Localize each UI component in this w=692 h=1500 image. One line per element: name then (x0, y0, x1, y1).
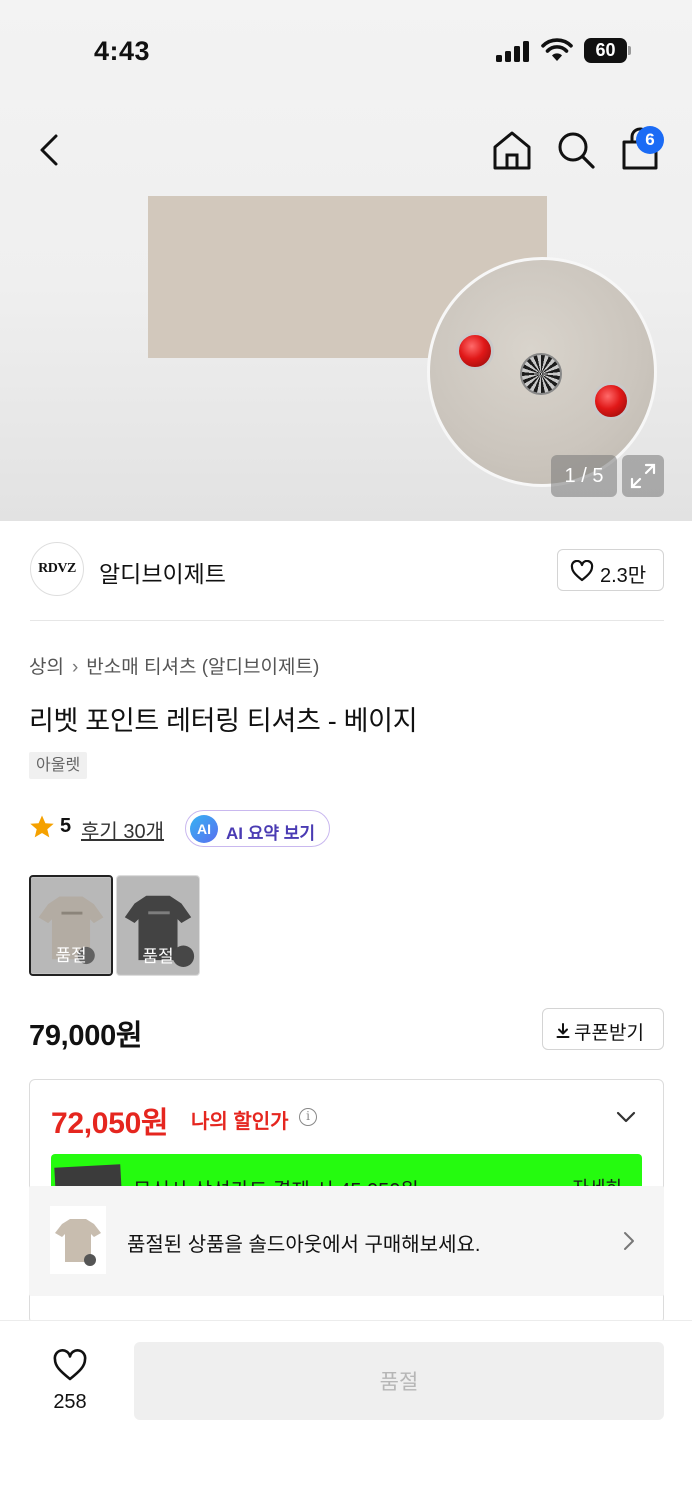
rating-row: 5 후기 30개 AI AI 요약 보기 (29, 810, 429, 847)
status-time: 4:43 (94, 36, 151, 66)
product-detail-zoom-image (427, 257, 657, 487)
back-button[interactable] (34, 128, 68, 172)
ai-summary-button[interactable]: AI AI 요약 보기 (185, 810, 330, 847)
brand-like-count: 2.3만 (600, 565, 647, 587)
status-bar: 4:43 60 (0, 0, 692, 100)
buy-button[interactable]: 품절 (134, 1342, 664, 1420)
back-icon (40, 134, 58, 166)
star-icon (30, 815, 54, 838)
battery-icon: 60 (584, 38, 631, 63)
option-sold-out-label: 품절 (55, 946, 87, 965)
silver-stud (520, 353, 562, 395)
product-gallery[interactable]: 4:43 60 6 1 / 5 (0, 0, 692, 521)
download-icon (556, 1023, 570, 1038)
soldout-toast[interactable]: 품절된 상품을 솔드아웃에서 구매해보세요. (29, 1186, 664, 1296)
chevron-down-icon[interactable] (615, 1110, 637, 1124)
expand-button[interactable] (622, 455, 664, 497)
color-option-black[interactable]: 품절 (116, 875, 200, 976)
ai-badge-icon: AI (190, 815, 218, 843)
heart-icon (53, 1349, 87, 1381)
bottom-action-bar: 258 품절 (0, 1320, 692, 1500)
search-icon (558, 132, 595, 169)
info-icon[interactable]: i (299, 1108, 317, 1126)
divider (30, 620, 664, 621)
signal-icon (496, 40, 532, 62)
coupon-button[interactable]: 쿠폰받기 (542, 1008, 664, 1050)
my-discount-price: 72,050원 (51, 1107, 169, 1140)
expand-icon (630, 463, 656, 489)
breadcrumb-subcategory[interactable]: 반소매 티셔츠 (알디브이제트) (86, 657, 319, 678)
wishlist-button[interactable]: 258 (32, 1345, 108, 1425)
brand-row[interactable]: RDVZ 알디브이제트 2.3만 (0, 521, 692, 621)
option-sold-out-label: 품절 (142, 947, 174, 966)
wifi-icon (541, 38, 573, 61)
review-link[interactable]: 후기 30개 (81, 815, 164, 844)
chevron-right-icon: › (71, 657, 79, 678)
search-button[interactable] (555, 129, 597, 171)
breadcrumb-category[interactable]: 상의 (29, 657, 64, 678)
chevron-right-icon (624, 1232, 634, 1250)
image-pager: 1 / 5 (551, 455, 617, 497)
breadcrumb: 상의 › 반소매 티셔츠 (알디브이제트) (29, 652, 319, 679)
brand-like-button[interactable]: 2.3만 (557, 549, 664, 591)
wishlist-count: 258 (53, 1391, 87, 1413)
brand-name[interactable]: 알디브이제트 (99, 555, 226, 589)
my-discount-label: 나의 할인가 (191, 1111, 289, 1133)
red-stud (592, 382, 630, 420)
home-button[interactable] (490, 128, 534, 172)
battery-level: 60 (584, 38, 627, 63)
outlet-tag: 아울렛 (29, 752, 88, 779)
rating-score: 5 (60, 815, 72, 837)
red-stud (456, 332, 494, 370)
product-title: 리벳 포인트 레터링 티셔츠 - 베이지 (29, 706, 418, 736)
heart-icon (570, 560, 594, 582)
toast-product-thumbnail (50, 1206, 106, 1274)
home-icon (493, 131, 531, 170)
cart-count-badge: 6 (636, 126, 664, 154)
original-price: 79,000원 (29, 1020, 143, 1052)
ai-summary-label: AI 요약 보기 (226, 824, 316, 843)
toast-text: 품절된 상품을 솔드아웃에서 구매해보세요. (127, 1234, 481, 1256)
brand-logo[interactable]: RDVZ (30, 542, 84, 596)
coupon-label: 쿠폰받기 (574, 1023, 644, 1044)
color-option-beige[interactable]: 품절 (29, 875, 113, 976)
